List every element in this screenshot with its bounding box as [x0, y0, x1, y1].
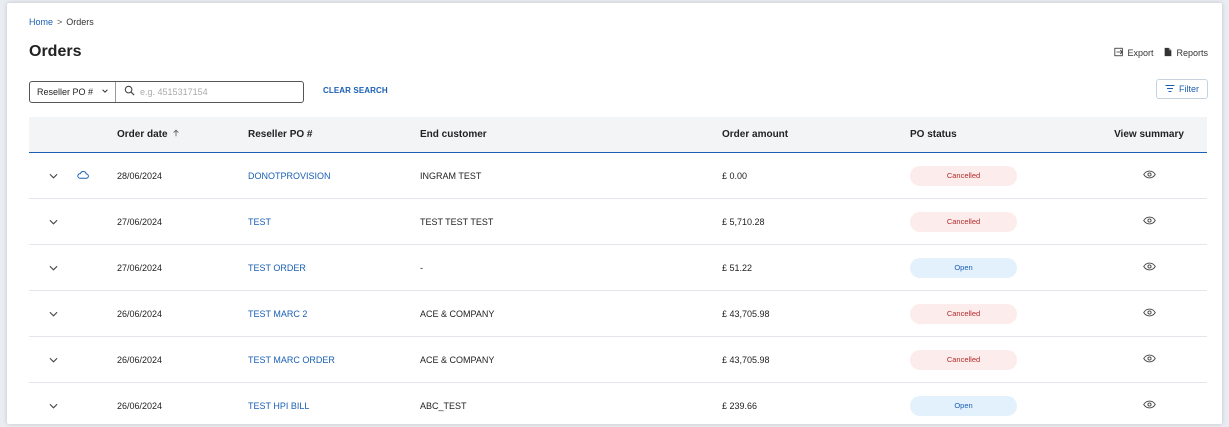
- eye-icon: [1142, 308, 1156, 319]
- orders-table: Order date Reseller PO # End customer Or…: [29, 117, 1207, 424]
- export-label: Export: [1127, 48, 1154, 58]
- search-icon: [116, 83, 135, 101]
- breadcrumb-current: Orders: [66, 17, 94, 27]
- header-order-date-label: Order date: [117, 129, 168, 140]
- breadcrumb: Home > Orders: [29, 17, 94, 27]
- view-summary-button[interactable]: [1091, 216, 1207, 227]
- status-badge: Open: [910, 257, 1017, 278]
- page-frame: Home > Orders Orders Export Reports Resell…: [7, 3, 1222, 424]
- reseller-po-link[interactable]: TEST: [248, 217, 271, 227]
- top-actions: Export Reports: [1114, 47, 1208, 59]
- order-date-cell: 27/06/2024: [117, 216, 163, 227]
- view-summary-button[interactable]: [1091, 170, 1207, 181]
- search-input[interactable]: [140, 87, 291, 97]
- chevron-down-icon: [49, 355, 58, 365]
- filter-button[interactable]: Filter: [1156, 79, 1208, 99]
- end-customer-cell: INGRAM TEST: [420, 170, 482, 181]
- end-customer-cell: ACE & COMPANY: [420, 354, 495, 365]
- reseller-po-link[interactable]: TEST MARC ORDER: [248, 355, 335, 365]
- sort-ascending-icon: [172, 129, 180, 140]
- clear-search-button[interactable]: CLEAR SEARCH: [323, 86, 388, 95]
- cloud-cell: [77, 170, 117, 181]
- eye-icon: [1142, 170, 1156, 181]
- expand-row-button[interactable]: [29, 355, 77, 365]
- order-amount-cell: £ 43,705.98: [722, 354, 770, 365]
- reports-icon: [1163, 47, 1173, 59]
- order-date-cell: 26/06/2024: [117, 354, 163, 365]
- search-box: Reseller PO #: [29, 81, 304, 103]
- expand-row-button[interactable]: [29, 217, 77, 227]
- export-icon: [1114, 47, 1124, 59]
- expand-row-button[interactable]: [29, 309, 77, 319]
- page-title: Orders: [29, 43, 82, 60]
- end-customer-cell: ACE & COMPANY: [420, 308, 495, 319]
- reseller-po-link[interactable]: TEST ORDER: [248, 263, 306, 273]
- status-badge: Open: [910, 395, 1017, 416]
- expand-row-button[interactable]: [29, 401, 77, 411]
- export-button[interactable]: Export: [1114, 47, 1153, 59]
- view-summary-button[interactable]: [1091, 354, 1207, 365]
- reports-label: Reports: [1176, 48, 1208, 58]
- chevron-down-icon: [49, 171, 58, 181]
- chevron-down-icon: [49, 263, 58, 273]
- eye-icon: [1142, 262, 1156, 273]
- filter-label: Filter: [1179, 84, 1199, 94]
- header-order-date[interactable]: Order date: [117, 129, 248, 140]
- table-row: 26/06/2024 TEST HPI BILL ABC_TEST £ 239.66 O…: [29, 383, 1207, 424]
- order-date-cell: 26/06/2024: [117, 400, 163, 411]
- chevron-down-icon: [49, 217, 58, 227]
- header-reseller-po: Reseller PO #: [248, 129, 313, 140]
- chevron-down-icon: [101, 87, 109, 97]
- table-row: 26/06/2024 TEST MARC ORDER ACE & COMPANY £ …: [29, 337, 1207, 383]
- eye-icon: [1142, 354, 1156, 365]
- reseller-po-link[interactable]: TEST MARC 2: [248, 309, 307, 319]
- header-order-amount: Order amount: [722, 129, 789, 140]
- search-field-select[interactable]: Reseller PO #: [30, 82, 117, 102]
- order-date-cell: 26/06/2024: [117, 308, 163, 319]
- cloud-icon: [77, 170, 89, 181]
- reports-button[interactable]: Reports: [1163, 47, 1208, 59]
- search-field-label: Reseller PO #: [37, 87, 94, 97]
- table-row: 27/06/2024 TEST TEST TEST TEST £ 5,710.28 Ca…: [29, 199, 1207, 245]
- order-amount-cell: £ 51.22: [722, 262, 753, 273]
- reseller-po-link[interactable]: DONOTPROVISION: [248, 171, 331, 181]
- table-row: 26/06/2024 TEST MARC 2 ACE & COMPANY £ 43,7…: [29, 291, 1207, 337]
- order-amount-cell: £ 239.66: [722, 400, 758, 411]
- header-view-summary: View summary: [1114, 129, 1184, 140]
- end-customer-cell: TEST TEST TEST: [420, 216, 494, 227]
- chevron-down-icon: [49, 309, 58, 319]
- expand-row-button[interactable]: [29, 263, 77, 273]
- filter-icon: [1165, 84, 1175, 95]
- status-badge: Cancelled: [910, 303, 1017, 324]
- status-badge: Cancelled: [910, 349, 1017, 370]
- reseller-po-link[interactable]: TEST HPI BILL: [248, 401, 309, 411]
- view-summary-button[interactable]: [1091, 262, 1207, 273]
- order-date-cell: 27/06/2024: [117, 262, 163, 273]
- table-header: Order date Reseller PO # End customer Or…: [29, 117, 1207, 153]
- order-amount-cell: £ 0.00: [722, 170, 748, 181]
- chevron-down-icon: [49, 401, 58, 411]
- breadcrumb-home-link[interactable]: Home: [29, 17, 53, 27]
- table-row: 28/06/2024 DONOTPROVISION INGRAM TEST £ 0.0…: [29, 153, 1207, 199]
- header-end-customer: End customer: [420, 129, 487, 140]
- order-amount-cell: £ 5,710.28: [722, 216, 765, 227]
- end-customer-cell: -: [420, 262, 423, 273]
- view-summary-button[interactable]: [1091, 400, 1207, 411]
- order-amount-cell: £ 43,705.98: [722, 308, 770, 319]
- eye-icon: [1142, 400, 1156, 411]
- breadcrumb-separator: >: [57, 17, 63, 27]
- order-date-cell: 28/06/2024: [117, 170, 163, 181]
- table-body: 28/06/2024 DONOTPROVISION INGRAM TEST £ 0.0…: [29, 153, 1207, 424]
- end-customer-cell: ABC_TEST: [420, 400, 467, 411]
- view-summary-button[interactable]: [1091, 308, 1207, 319]
- status-badge: Cancelled: [910, 165, 1017, 186]
- header-po-status: PO status: [910, 129, 957, 140]
- expand-row-button[interactable]: [29, 171, 77, 181]
- table-row: 27/06/2024 TEST ORDER - £ 51.22 Open: [29, 245, 1207, 291]
- eye-icon: [1142, 216, 1156, 227]
- status-badge: Cancelled: [910, 211, 1017, 232]
